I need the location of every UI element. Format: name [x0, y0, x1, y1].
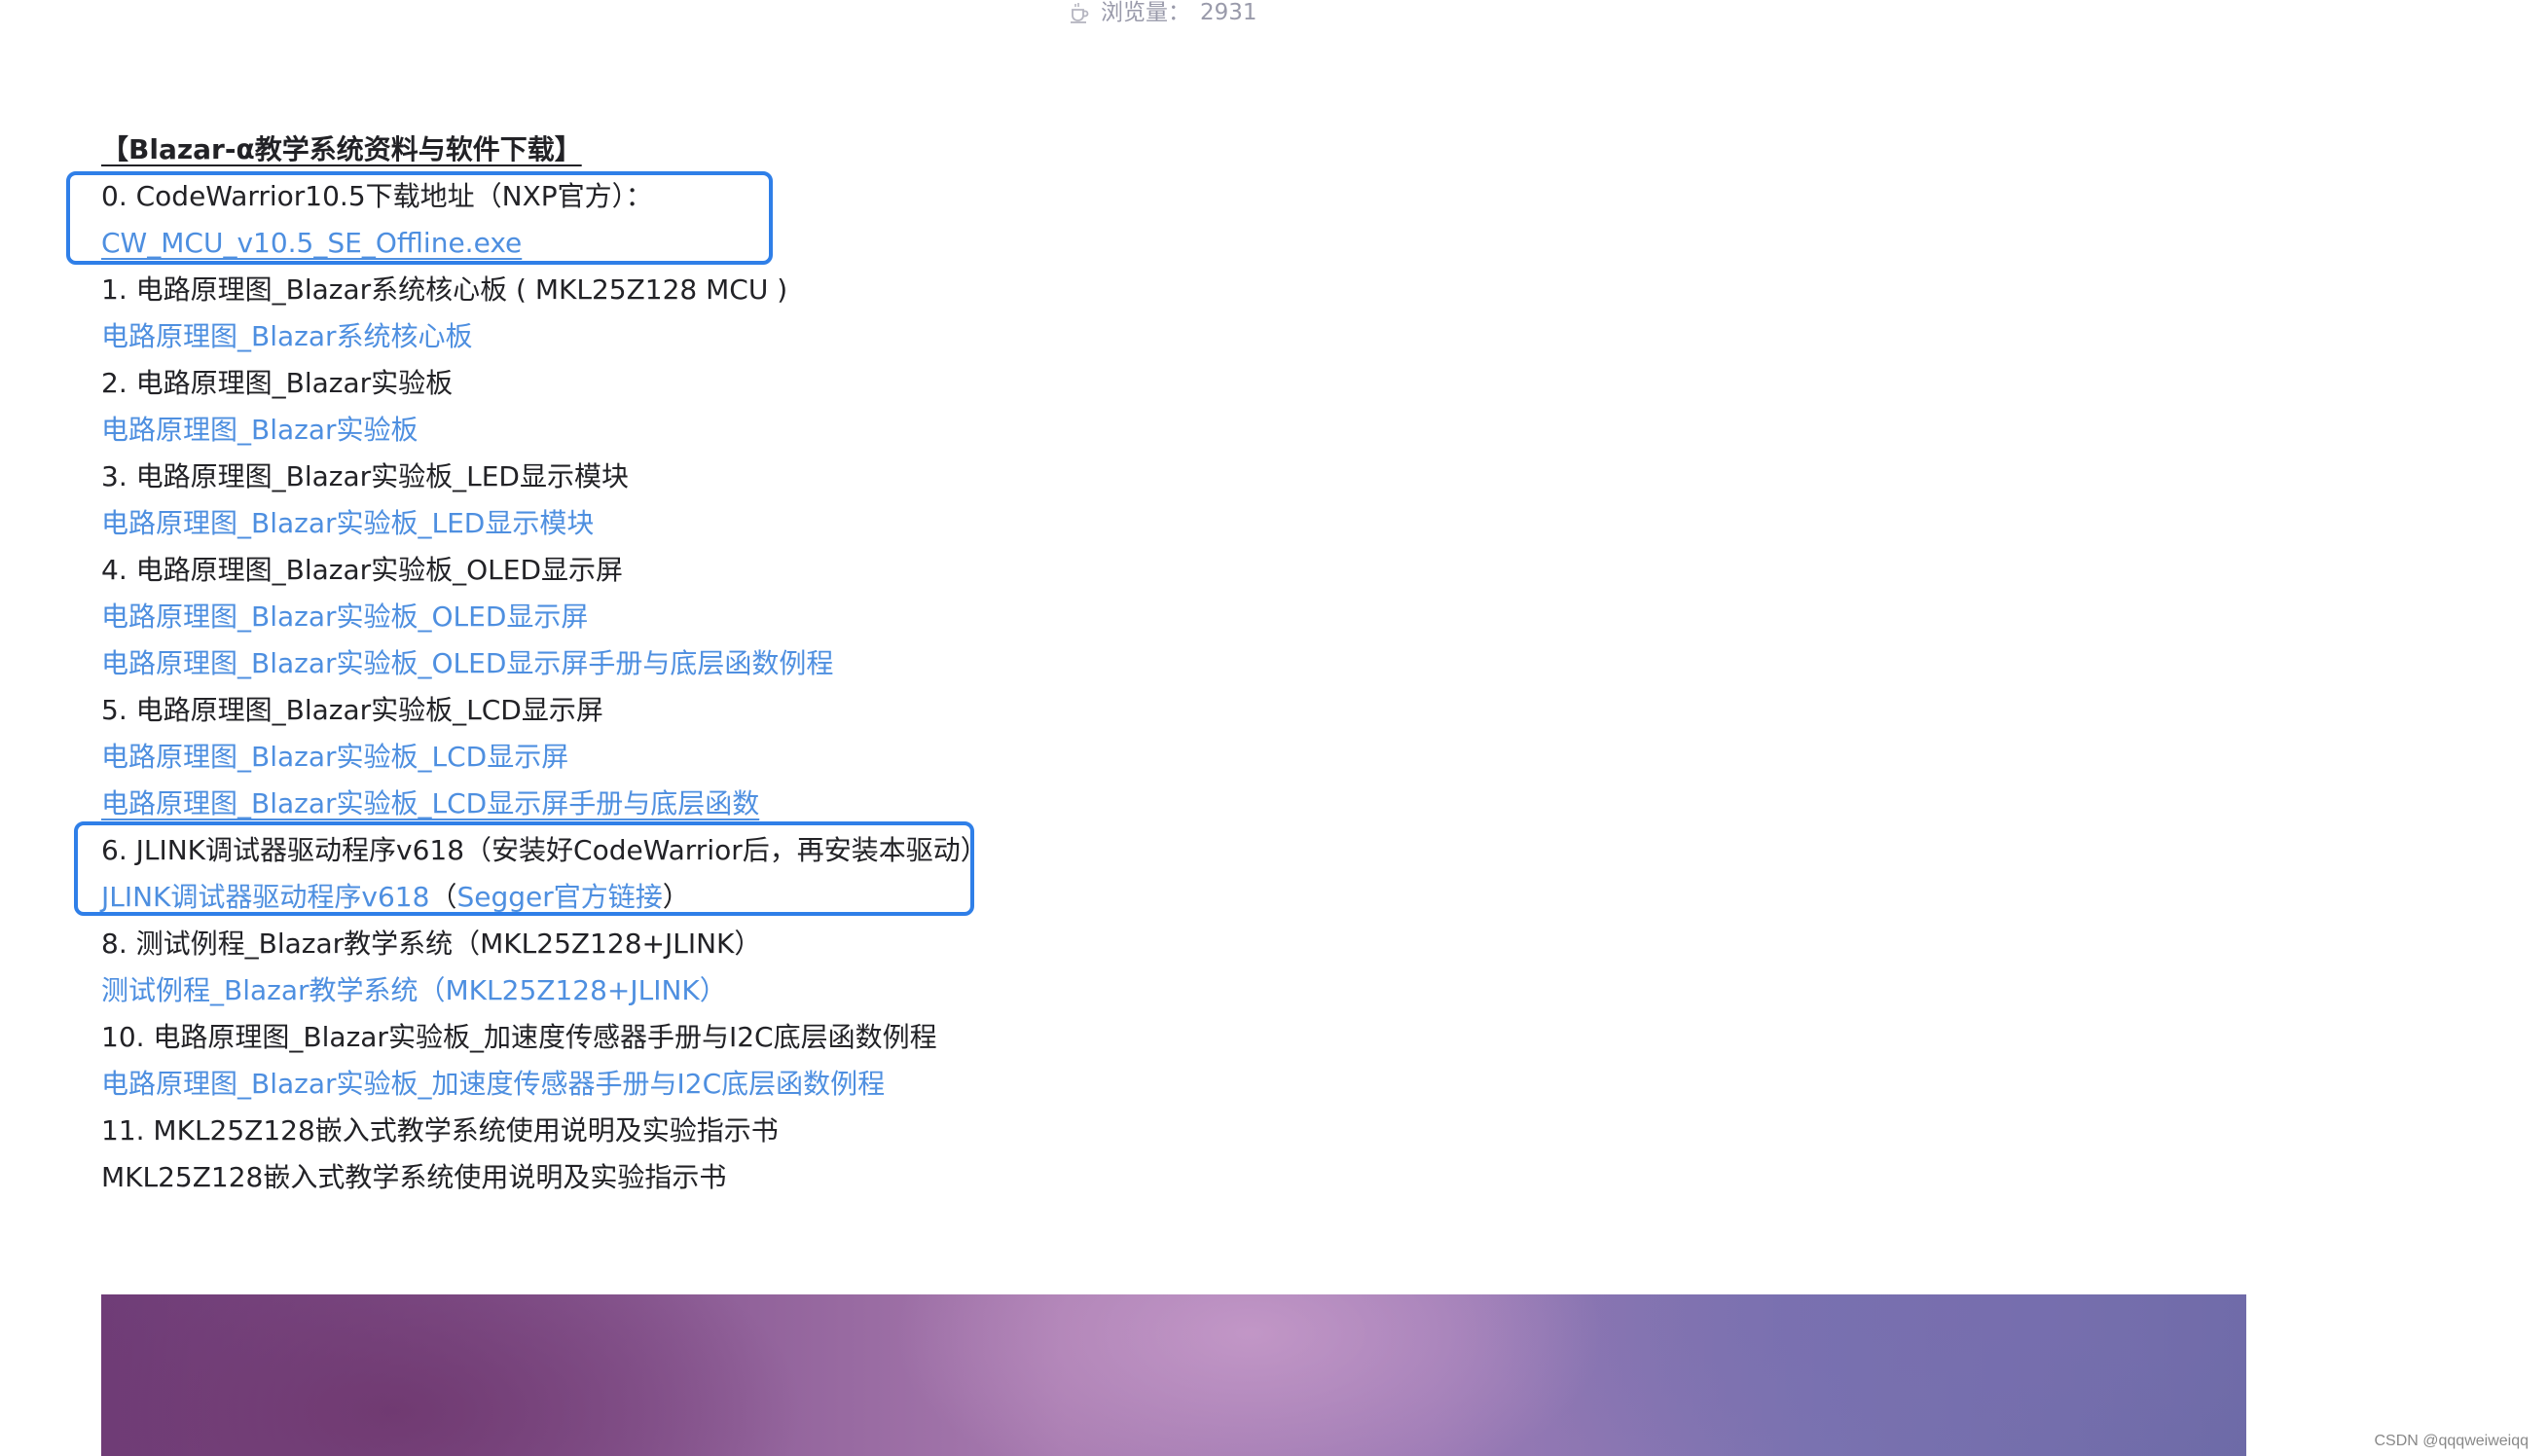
- link-test-example[interactable]: 测试例程_Blazar教学系统（MKL25Z128+JLINK）: [101, 967, 727, 1014]
- link-lcd-manual[interactable]: 电路原理图_Blazar实验板_LCD显示屏手册与底层函数: [101, 781, 759, 827]
- banner-image: [101, 1294, 2246, 1456]
- item-accel-title: 10. 电路原理图_Blazar实验板_加速度传感器手册与I2C底层函数例程: [101, 1021, 937, 1053]
- item-test-example-title: 8. 测试例程_Blazar教学系统（MKL25Z128+JLINK）: [101, 928, 762, 960]
- views-icon: [1071, 3, 1089, 23]
- item-led-module-title: 3. 电路原理图_Blazar实验板_LED显示模块: [101, 460, 629, 492]
- link-oled-manual[interactable]: 电路原理图_Blazar实验板_OLED显示屏手册与底层函数例程: [101, 640, 833, 687]
- csdn-watermark: CSDN @qqqweiweiqq: [2374, 1433, 2529, 1449]
- item-oled-title: 4. 电路原理图_Blazar实验板_OLED显示屏: [101, 554, 624, 586]
- highlight-box-codewarrior: [66, 171, 773, 265]
- link-accel-manual[interactable]: 电路原理图_Blazar实验板_加速度传感器手册与I2C底层函数例程: [101, 1061, 885, 1108]
- link-core-board-schematic[interactable]: 电路原理图_Blazar系统核心板: [101, 313, 473, 360]
- link-oled-schematic[interactable]: 电路原理图_Blazar实验板_OLED显示屏: [101, 594, 588, 640]
- link-exp-board-schematic[interactable]: 电路原理图_Blazar实验板: [101, 407, 419, 454]
- views-label: 浏览量：: [1101, 0, 1190, 25]
- highlight-box-jlink: [74, 821, 974, 916]
- item-manual-text: MKL25Z128嵌入式教学系统使用说明及实验指示书: [101, 1161, 727, 1193]
- view-count: 浏览量： 2931: [1068, 0, 1257, 25]
- views-number: 2931: [1200, 0, 1257, 25]
- link-lcd-schematic[interactable]: 电路原理图_Blazar实验板_LCD显示屏: [101, 734, 568, 781]
- item-lcd-title: 5. 电路原理图_Blazar实验板_LCD显示屏: [101, 694, 603, 726]
- item-manual-title: 11. MKL25Z128嵌入式教学系统使用说明及实验指示书: [101, 1114, 779, 1147]
- item-exp-board-title: 2. 电路原理图_Blazar实验板: [101, 367, 454, 399]
- link-led-module-schematic[interactable]: 电路原理图_Blazar实验板_LED显示模块: [101, 500, 594, 547]
- item-core-board-title: 1. 电路原理图_Blazar系统核心板 ( MKL25Z128 MCU ): [101, 273, 788, 306]
- article-heading: 【Blazar-α教学系统资料与软件下载】: [101, 133, 582, 165]
